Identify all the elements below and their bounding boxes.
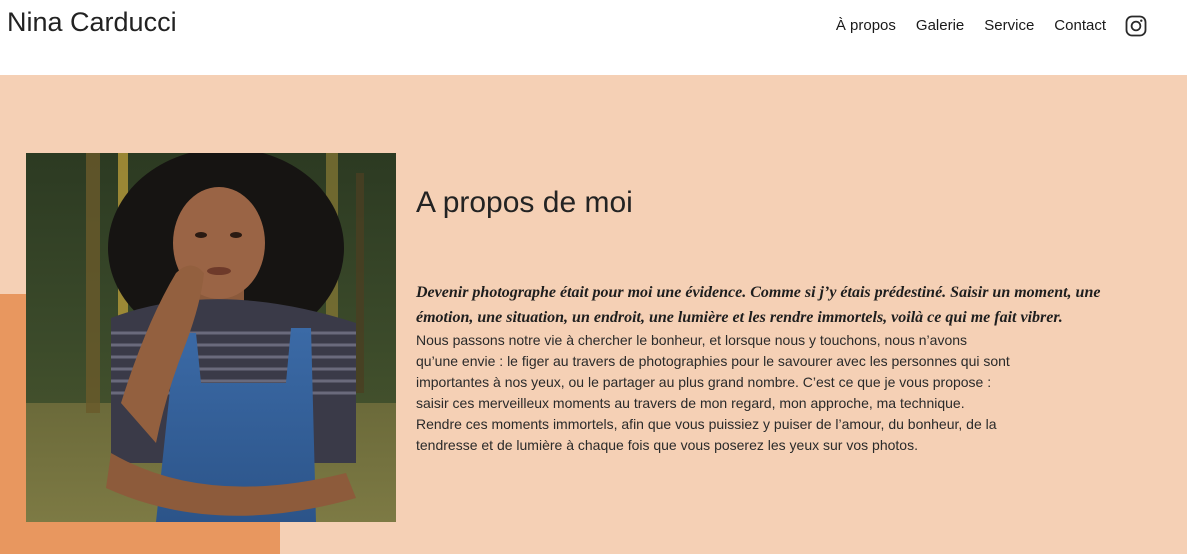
about-body-text: Nous passons notre vie à chercher le bon… bbox=[416, 332, 1010, 453]
main-nav: À propos Galerie Service Contact bbox=[836, 14, 1147, 38]
about-lead-quote: Devenir photographe était pour moi une é… bbox=[416, 284, 1101, 326]
nav-link-a-propos[interactable]: À propos bbox=[836, 14, 896, 38]
nav-link-service[interactable]: Service bbox=[984, 14, 1034, 38]
site-brand[interactable]: Nina Carducci bbox=[7, 4, 177, 40]
instagram-icon[interactable] bbox=[1125, 15, 1147, 37]
site-header: Nina Carducci À propos Galerie Service C… bbox=[0, 0, 1187, 75]
portrait-photo bbox=[26, 153, 396, 522]
about-title: A propos de moi bbox=[416, 186, 633, 219]
nav-link-galerie[interactable]: Galerie bbox=[916, 14, 964, 38]
about-section: A propos de moi Devenir photographe étai… bbox=[0, 75, 1187, 554]
nav-link-contact[interactable]: Contact bbox=[1054, 14, 1106, 38]
